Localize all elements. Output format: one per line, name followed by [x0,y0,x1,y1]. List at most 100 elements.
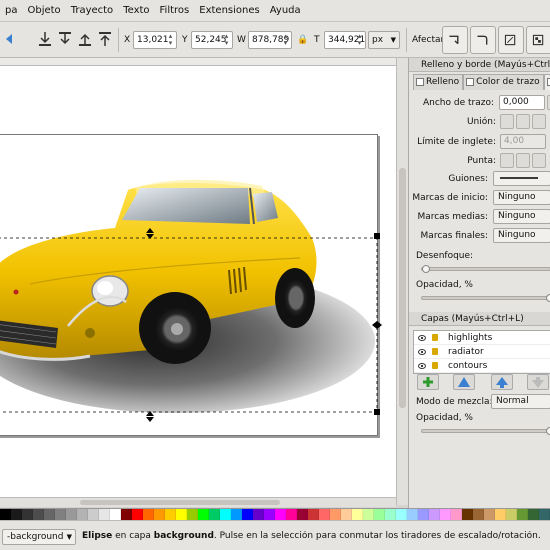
width-input[interactable]: 878,789 ▴ ▾ [248,31,292,49]
scale-handle-right[interactable] [377,321,382,329]
start-markers-select[interactable]: Ninguno [493,190,550,205]
raise-layer-button[interactable] [491,374,513,390]
tab-fill[interactable]: Relleno [413,74,464,90]
scale-handle-bottom[interactable] [146,417,154,422]
cap-square-button[interactable] [532,153,546,168]
spin-icon[interactable]: ▴ ▾ [222,33,231,47]
lower-icon[interactable] [56,30,74,48]
drawing[interactable] [0,58,396,505]
stroke-width-label: Ancho de trazo: [423,98,494,108]
eye-icon[interactable] [418,363,426,369]
arrow-down-icon [532,377,544,388]
blend-mode-value: Normal [496,396,529,406]
arrow-up-icon [496,377,508,388]
layer-name: highlights [448,333,493,343]
windshield [122,188,250,224]
opacity-slider[interactable] [421,294,550,302]
layer-row[interactable]: highlights [414,331,550,345]
height-input[interactable]: 344,921 ▴ ▾ [324,31,366,49]
affect-stroke-button[interactable] [442,26,468,54]
opacity-slider-knob[interactable] [546,294,550,302]
y-input[interactable]: 52,245 ▴ ▾ [191,31,233,49]
eye-icon[interactable] [418,349,426,355]
raise-icon[interactable] [76,30,94,48]
menu-edit[interactable]: pa [0,0,22,22]
fill-stroke-title: Relleno y borde (Mayús+Ctrl+F) [421,60,550,70]
blur-label: Desenfoque: [416,251,474,261]
lock-icon[interactable] [432,334,438,341]
layer-opacity-label: Opacidad, % [416,413,473,423]
menu-object[interactable]: Objeto [22,0,65,22]
eye-icon[interactable] [418,335,426,341]
move-gradients-icon [504,34,516,46]
menu-help[interactable]: Ayuda [265,0,306,22]
tab-stroke-style[interactable]: Es [543,74,550,90]
chevron-down-icon: ▼ [66,533,72,541]
affect-patterns-button[interactable] [526,26,550,54]
w-label: W [237,35,246,45]
lower-to-bottom-icon[interactable] [36,30,54,48]
end-markers-select[interactable]: Ninguno [493,228,550,243]
menu-text[interactable]: Texto [118,0,154,22]
current-layer-select[interactable]: -background ▼ [2,529,76,545]
mid-markers-select[interactable]: Ninguno [493,209,550,224]
vertical-scrollbar[interactable] [396,58,408,505]
spin-icon[interactable]: ▴ ▾ [281,33,290,47]
start-markers-label: Marcas de inicio: [412,193,488,203]
fill-stroke-header[interactable]: Relleno y borde (Mayús+Ctrl+F) [409,58,550,72]
menu-filters[interactable]: Filtros [155,0,195,22]
join-miter-button[interactable] [500,114,514,129]
layers-title: Capas (Mayús+Ctrl+L) [421,314,524,324]
tab-fill-label: Relleno [426,77,460,87]
layer-row[interactable]: radiator [414,345,550,359]
x-label: X [124,35,131,45]
layers-list: highlights radiator contours [413,330,550,374]
blend-mode-select[interactable]: Normal [491,394,550,409]
badge [13,289,19,295]
scrollbar-thumb[interactable] [80,500,280,505]
join-round-button[interactable] [516,114,530,129]
join-label: Unión: [466,117,496,127]
horizontal-scrollbar[interactable] [0,497,396,507]
dashes-select[interactable] [493,171,550,186]
chevron-down-icon: ▼ [390,36,396,44]
canvas[interactable] [0,58,396,505]
lock-ratio-icon[interactable]: 🔒 [297,35,308,45]
raise-layer-to-top-button[interactable] [453,374,475,390]
raise-to-top-icon[interactable] [96,30,114,48]
blur-slider[interactable] [421,265,550,273]
layers-header[interactable]: Capas (Mayús+Ctrl+L) [409,312,550,326]
corner-handle[interactable] [374,233,380,239]
stroke-width-input[interactable]: 0,000 [499,95,545,110]
layer-row[interactable]: contours [414,359,550,373]
affect-corners-button[interactable] [470,26,496,54]
join-bevel-button[interactable] [532,114,546,129]
corner-handle[interactable] [374,409,380,415]
miter-limit-value: 4,00 [504,136,525,146]
menu-path[interactable]: Trayecto [66,0,119,22]
add-layer-button[interactable] [417,374,439,390]
scale-handle-right[interactable] [372,321,377,329]
affect-gradients-button[interactable] [498,26,524,54]
x-input[interactable]: 13,021 ▴ ▾ [133,31,177,49]
flip-horizontal-icon[interactable] [4,30,22,48]
spin-icon[interactable]: ▴ ▾ [166,33,175,47]
menu-extensions[interactable]: Extensiones [194,0,264,22]
lock-icon[interactable] [432,362,438,369]
spin-icon[interactable]: ▴ ▾ [355,33,364,47]
scrollbar-thumb[interactable] [399,168,406,408]
lock-icon[interactable] [432,348,438,355]
blur-slider-knob[interactable] [422,265,430,273]
inkscape-window: pa Objeto Trayecto Texto Filtros Extensi… [0,0,550,550]
lower-layer-button[interactable] [527,374,549,390]
cap-butt-button[interactable] [500,153,514,168]
tab-stroke-paint-label: Color de trazo [476,77,540,87]
cap-round-button[interactable] [516,153,530,168]
miter-limit-input[interactable]: 4,00 [500,134,546,149]
layer-opacity-knob[interactable] [546,427,550,435]
unit-select[interactable]: px ▼ [368,31,400,49]
status-layer-name: background [153,531,214,541]
front-hub [171,323,183,335]
layer-opacity-slider[interactable] [421,427,550,435]
tab-stroke-paint[interactable]: Color de trazo [463,74,544,90]
